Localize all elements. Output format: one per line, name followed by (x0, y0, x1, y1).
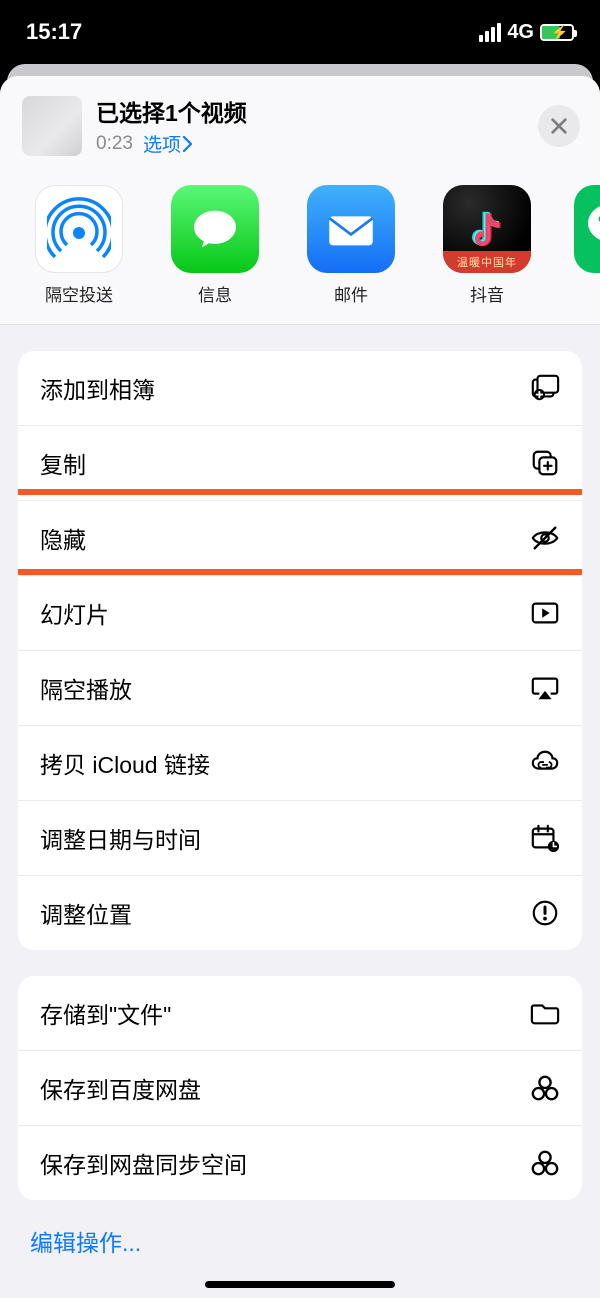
baidu-sync-icon (530, 1148, 560, 1178)
action-save-to-baidu-sync[interactable]: 保存到网盘同步空间 (18, 1125, 582, 1200)
share-app-douyin[interactable]: 温暖中国年 抖音 (438, 185, 536, 306)
icloud-link-icon (530, 748, 560, 778)
actions-group-1: 添加到相簿 复制 隐藏 幻灯片 隔空播放 (18, 351, 582, 950)
adjust-date-icon (530, 823, 560, 853)
baidu-disk-icon (530, 1073, 560, 1103)
adjust-location-icon (530, 898, 560, 928)
slideshow-icon (530, 598, 560, 628)
action-copy-icloud-link[interactable]: 拷贝 iCloud 链接 (18, 725, 582, 800)
action-adjust-date[interactable]: 调整日期与时间 (18, 800, 582, 875)
douyin-icon: 温暖中国年 (443, 185, 531, 273)
action-copy[interactable]: 复制 (18, 425, 582, 500)
close-icon (550, 117, 568, 135)
share-app-wechat[interactable] (574, 185, 600, 306)
wechat-icon (574, 185, 600, 273)
folder-icon (530, 998, 560, 1028)
share-apps-row[interactable]: 隔空投送 信息 邮件 温暖中国年 抖音 (0, 175, 600, 325)
video-duration: 0:23 (96, 133, 133, 155)
share-app-airdrop[interactable]: 隔空投送 (30, 185, 128, 306)
share-header: 已选择1个视频 0:23 选项 (0, 76, 600, 175)
mail-icon (307, 185, 395, 273)
share-sheet: 已选择1个视频 0:23 选项 隔空投送 信息 (0, 76, 600, 1298)
options-link[interactable]: 选项 (143, 130, 193, 157)
video-thumbnail[interactable] (22, 96, 82, 156)
action-add-to-album[interactable]: 添加到相簿 (18, 351, 582, 425)
battery-icon: ⚡ (540, 24, 574, 41)
action-hide[interactable]: 隐藏 (18, 500, 582, 575)
action-slideshow[interactable]: 幻灯片 (18, 575, 582, 650)
status-bar: 15:17 4G ⚡ (0, 0, 600, 64)
signal-icon (479, 23, 501, 42)
home-indicator[interactable] (205, 1281, 395, 1288)
share-app-messages[interactable]: 信息 (166, 185, 264, 306)
copy-icon (530, 448, 560, 478)
messages-icon (171, 185, 259, 273)
airplay-icon (530, 673, 560, 703)
add-to-album-icon (530, 373, 560, 403)
actions-group-2: 存储到"文件" 保存到百度网盘 保存到网盘同步空间 (18, 976, 582, 1200)
status-time: 15:17 (26, 19, 82, 45)
action-adjust-location[interactable]: 调整位置 (18, 875, 582, 950)
action-airplay[interactable]: 隔空播放 (18, 650, 582, 725)
status-right: 4G ⚡ (479, 21, 574, 44)
share-app-mail[interactable]: 邮件 (302, 185, 400, 306)
action-save-to-baidu[interactable]: 保存到百度网盘 (18, 1050, 582, 1125)
hide-icon (530, 523, 560, 553)
close-button[interactable] (538, 105, 580, 147)
action-save-to-files[interactable]: 存储到"文件" (18, 976, 582, 1050)
selection-title: 已选择1个视频 (96, 94, 538, 128)
network-label: 4G (507, 21, 534, 44)
chevron-right-icon (183, 136, 193, 152)
airdrop-icon (35, 185, 123, 273)
edit-actions-link[interactable]: 编辑操作... (0, 1200, 600, 1282)
